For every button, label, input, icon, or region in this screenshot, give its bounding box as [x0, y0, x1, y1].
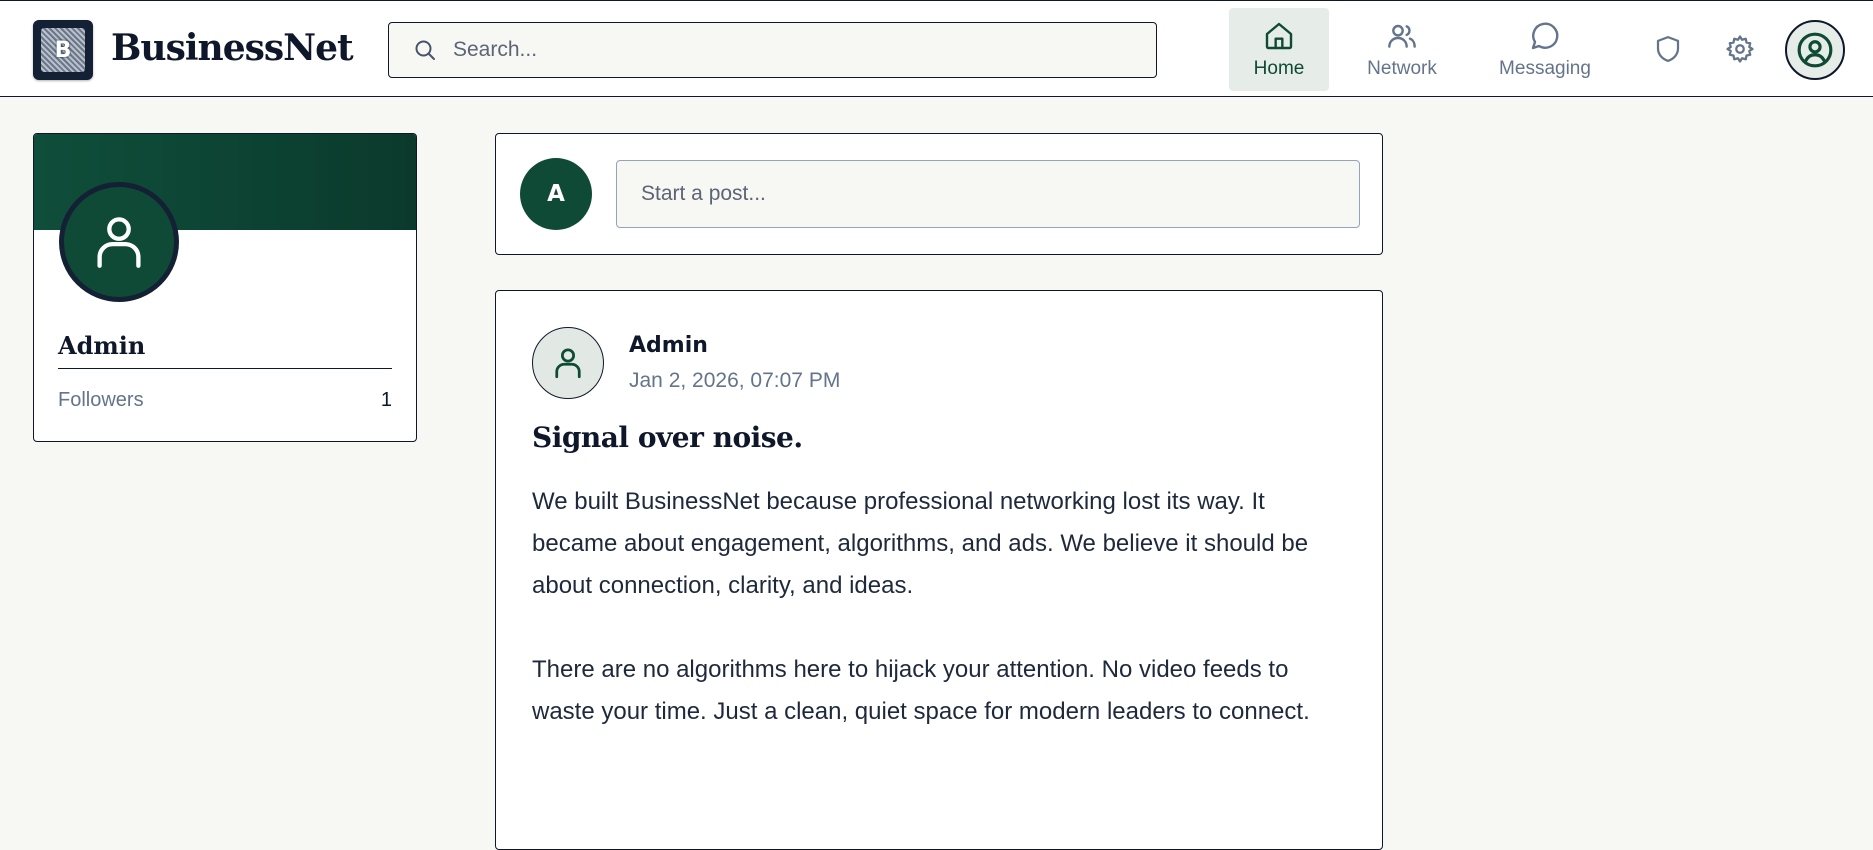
settings-button[interactable] — [1722, 31, 1758, 67]
gear-icon — [1726, 35, 1754, 63]
nav-messaging-label: Messaging — [1499, 57, 1591, 79]
search-bar[interactable] — [388, 22, 1157, 78]
followers-row[interactable]: Followers 1 — [58, 389, 392, 412]
post-timestamp: Jan 2, 2026, 07:07 PM — [629, 369, 841, 392]
user-icon — [555, 348, 581, 379]
nav-network-label: Network — [1367, 57, 1437, 79]
post-paragraph: There are no algorithms here to hijack y… — [532, 656, 1310, 725]
start-post-input[interactable] — [616, 160, 1360, 228]
followers-label: Followers — [58, 389, 144, 411]
nav-home-label: Home — [1253, 57, 1305, 79]
logo-pattern: B — [41, 28, 85, 72]
shield-icon — [1656, 36, 1680, 62]
brand-name[interactable]: BusinessNet — [111, 27, 354, 69]
profile-card: Admin Followers 1 — [33, 133, 417, 442]
logo-letter: B — [54, 37, 72, 63]
search-input[interactable] — [453, 38, 1133, 62]
nav-home[interactable]: Home — [1229, 8, 1329, 91]
nav-messaging[interactable]: Messaging — [1485, 8, 1605, 91]
post-paragraph: We built BusinessNet because professiona… — [532, 488, 1309, 599]
user-icon — [97, 217, 141, 268]
admin-shield-button[interactable] — [1650, 31, 1686, 67]
users-icon — [1388, 24, 1416, 48]
post-composer: A — [495, 133, 1383, 255]
post-card: Admin Jan 2, 2026, 07:07 PM Signal over … — [495, 290, 1383, 850]
home-icon — [1265, 22, 1293, 49]
profile-avatar[interactable] — [59, 182, 179, 302]
search-icon — [415, 40, 435, 60]
followers-count: 1 — [380, 389, 392, 411]
top-navigation-bar: B BusinessNet Home Network Messaging — [0, 0, 1873, 97]
message-icon — [1531, 22, 1559, 49]
user-circle-icon — [1797, 32, 1833, 68]
brand-logo[interactable]: B — [33, 20, 93, 80]
nav-network[interactable]: Network — [1352, 8, 1452, 91]
post-author-avatar[interactable] — [532, 327, 604, 399]
post-title: Signal over noise. — [532, 421, 803, 454]
account-avatar-button[interactable] — [1785, 20, 1845, 80]
composer-avatar: A — [520, 158, 592, 230]
post-author-name[interactable]: Admin — [629, 333, 708, 358]
profile-name[interactable]: Admin — [58, 331, 392, 369]
